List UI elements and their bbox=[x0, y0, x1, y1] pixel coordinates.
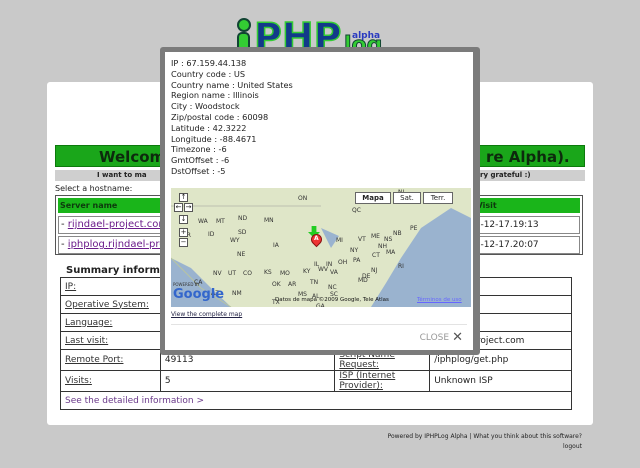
summary-label: Remote Port: bbox=[60, 349, 161, 371]
detailed-info-link[interactable]: See the detailed information > bbox=[65, 396, 204, 406]
marker-label: A bbox=[314, 235, 319, 242]
close-button[interactable]: CLOSE ✕ bbox=[420, 330, 463, 345]
info-line: Country name : United States bbox=[171, 79, 293, 90]
map-state-label: SD bbox=[238, 229, 247, 236]
map-state-label: ND bbox=[238, 215, 247, 222]
map-state-label: VT bbox=[358, 236, 366, 243]
info-line: DstOffset : -5 bbox=[171, 165, 226, 176]
map-state-label: IA bbox=[273, 242, 280, 249]
subtitle-left: I want to ma bbox=[97, 171, 147, 179]
map-type-sat[interactable]: Sat. bbox=[393, 192, 421, 204]
map-state-label: MO bbox=[280, 270, 290, 277]
map-state-label: MT bbox=[216, 218, 225, 225]
ip-info: IP : 67.159.44.138 Country code : US Count… bbox=[171, 58, 293, 177]
map-state-label: KS bbox=[264, 269, 272, 276]
svg-text:PHP: PHP bbox=[254, 15, 342, 50]
map-state-label: NV bbox=[213, 270, 222, 277]
map-state-label: PE bbox=[410, 225, 418, 232]
alpha-text: Alpha | bbox=[450, 433, 472, 440]
header-server-name: Server name bbox=[60, 201, 118, 210]
iphplog-logo: PHP log alpha bbox=[237, 14, 383, 50]
map-state-label: MA bbox=[386, 249, 396, 256]
info-line: IP : 67.159.44.138 bbox=[171, 58, 247, 68]
map-state-label: MD bbox=[358, 277, 368, 284]
map-state-label: NY bbox=[350, 247, 358, 254]
map-state-label: VA bbox=[330, 269, 339, 276]
google-map[interactable]: ONQCNLWAMTNDMNNBPENSORIDSDWYMIVTMENHNYMA… bbox=[171, 188, 471, 307]
map-attribution: Datos de mapa ©2009 Google, Tele Atlas bbox=[275, 297, 389, 303]
map-state-label: OK bbox=[272, 281, 282, 288]
powered-by-text: Powered by bbox=[387, 433, 423, 440]
map-state-label: NE bbox=[237, 251, 245, 258]
summary-label: Last visit: bbox=[60, 331, 161, 350]
terms-link[interactable]: Términos de uso bbox=[417, 297, 462, 303]
close-label: CLOSE bbox=[419, 332, 450, 343]
summary-value: Unknown ISP bbox=[429, 370, 572, 392]
summary-label: ISP (Internet Provider): bbox=[334, 370, 431, 392]
map-state-label: UT bbox=[228, 270, 236, 277]
map-state-label: NJ bbox=[371, 267, 377, 274]
feedback-link[interactable]: What you think about this software? bbox=[473, 433, 582, 440]
map-state-label: CO bbox=[243, 270, 252, 277]
map-state-label: NM bbox=[232, 290, 242, 297]
map-state-label: NS bbox=[384, 236, 392, 243]
divider bbox=[171, 324, 467, 325]
map-state-label: KY bbox=[303, 268, 311, 275]
hostname-link[interactable]: iphplog.rijndael-proj bbox=[68, 239, 168, 250]
summary-row: Visits: 5 ISP (Internet Provider): Unknown … bbox=[60, 370, 572, 392]
summary-label: Visits: bbox=[60, 370, 161, 392]
map-state-label: QC bbox=[352, 207, 361, 214]
map-state-label: CT bbox=[372, 252, 380, 259]
map-state-label: PA bbox=[353, 257, 361, 264]
map-state-label: OH bbox=[338, 259, 347, 266]
logout-link[interactable]: logout bbox=[563, 443, 582, 450]
info-line: Zip/postal code : 60098 bbox=[171, 111, 269, 122]
map-state-label: WY bbox=[230, 237, 240, 244]
summary-label: Operative System: bbox=[60, 295, 161, 314]
close-icon: ✕ bbox=[452, 330, 463, 345]
map-state-label: ME bbox=[371, 233, 380, 240]
map-state-label: AR bbox=[288, 281, 296, 288]
info-line: Timezone : -6 bbox=[171, 144, 227, 155]
info-line: Latitude : 42.3222 bbox=[171, 122, 247, 133]
info-line: GmtOffset : -6 bbox=[171, 155, 230, 166]
summary-label: Language: bbox=[60, 313, 161, 332]
map-state-label: MI bbox=[336, 237, 343, 244]
info-line: Country code : US bbox=[171, 68, 246, 79]
location-modal: IP : 67.159.44.138 Country code : US Count… bbox=[160, 47, 480, 355]
select-hostname-label: Select a hostname: bbox=[55, 184, 133, 193]
map-state-label: MN bbox=[264, 217, 274, 224]
subtitle-right: ry grateful :) bbox=[480, 171, 531, 179]
pan-up-icon[interactable]: ↑ bbox=[179, 193, 188, 202]
welcome-text-right: re Alpha). bbox=[486, 148, 570, 166]
info-line: Longitude : -88.4671 bbox=[171, 133, 257, 144]
svg-text:alpha: alpha bbox=[352, 31, 380, 41]
map-type-mapa[interactable]: Mapa bbox=[355, 192, 391, 204]
google-logo: Google bbox=[173, 287, 225, 302]
hostname-link[interactable]: rijndael-project.com bbox=[68, 219, 168, 230]
summary-label: IP: bbox=[60, 277, 161, 296]
map-state-label: NC bbox=[328, 284, 337, 291]
map-state-label: WA bbox=[198, 218, 209, 225]
footer: Powered by IPHPLog Alpha | What you thin… bbox=[388, 432, 582, 452]
zoom-out-icon[interactable]: − bbox=[179, 238, 188, 247]
map-type-terr[interactable]: Terr. bbox=[423, 192, 453, 204]
map-state-label: NB bbox=[393, 230, 402, 237]
view-complete-map-link[interactable]: View the complete map bbox=[171, 311, 242, 318]
info-line: City : Woodstock bbox=[171, 101, 240, 112]
map-state-label: TN bbox=[309, 279, 318, 286]
pan-left-icon[interactable]: ← bbox=[174, 203, 183, 212]
zoom-in-icon[interactable]: + bbox=[179, 228, 188, 237]
map-state-label: GA bbox=[316, 303, 326, 307]
info-line: Region name : Illinois bbox=[171, 90, 259, 101]
map-state-label: ID bbox=[208, 231, 215, 238]
map-state-label: WV bbox=[318, 266, 329, 273]
summary-value: 5 bbox=[159, 370, 336, 392]
brand-link[interactable]: IPHPLog bbox=[424, 433, 448, 440]
map-state-label: ON bbox=[298, 195, 307, 202]
map-state-label: RI bbox=[398, 263, 404, 270]
pan-right-icon[interactable]: → bbox=[184, 203, 193, 212]
pan-down-icon[interactable]: ↓ bbox=[179, 215, 188, 224]
